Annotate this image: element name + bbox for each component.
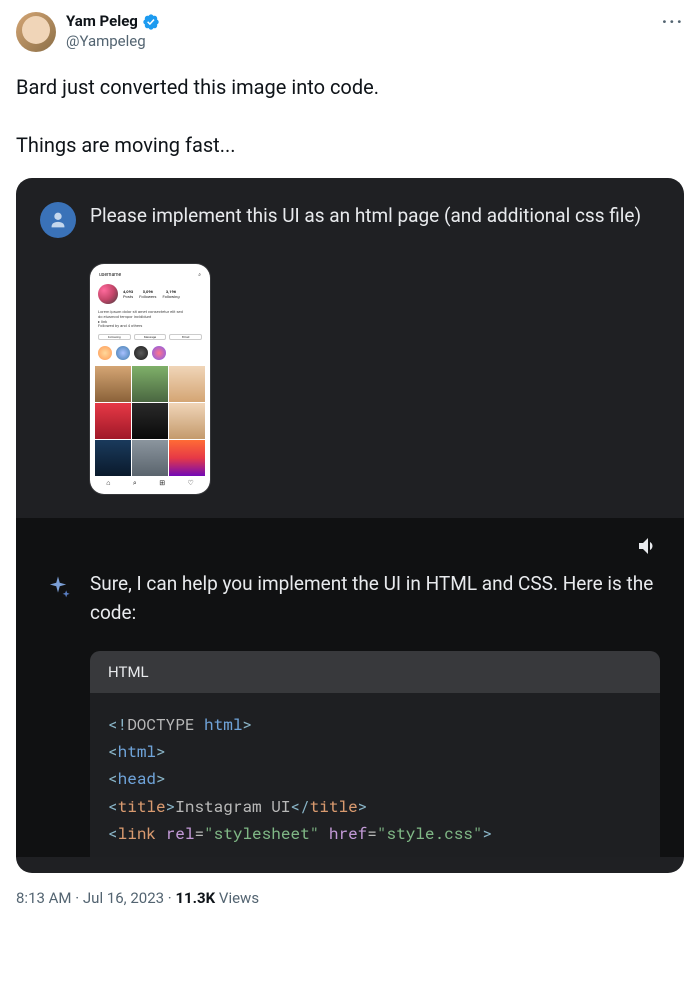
author-handle[interactable]: @Yampeleg — [66, 32, 160, 52]
chat-ai-response: Sure, I can help you implement the UI in… — [90, 570, 660, 627]
chat-user-prompt: Please implement this UI as an html page… — [90, 202, 641, 231]
tweet-text: Bard just converted this image into code… — [16, 72, 684, 160]
author-display-name[interactable]: Yam Peleg — [66, 12, 138, 32]
chat-user-avatar-icon — [40, 202, 76, 238]
verified-badge-icon — [142, 13, 160, 31]
author-avatar[interactable] — [16, 12, 56, 52]
code-language-label: HTML — [90, 651, 660, 693]
more-menu-icon[interactable]: ··· — [662, 12, 684, 33]
phone-mockup-image: username⌕ 4,093Posts 5,096Followers 3,19… — [90, 264, 210, 494]
tweet-metadata[interactable]: 8:13 AM · Jul 16, 2023 · 11.3K Views — [16, 889, 684, 907]
code-block: HTML <!DOCTYPE html> <html> <head> <titl… — [90, 651, 660, 857]
tweet-image[interactable]: Please implement this UI as an html page… — [16, 178, 684, 873]
sparkle-icon — [40, 570, 76, 602]
volume-icon[interactable] — [636, 534, 660, 562]
